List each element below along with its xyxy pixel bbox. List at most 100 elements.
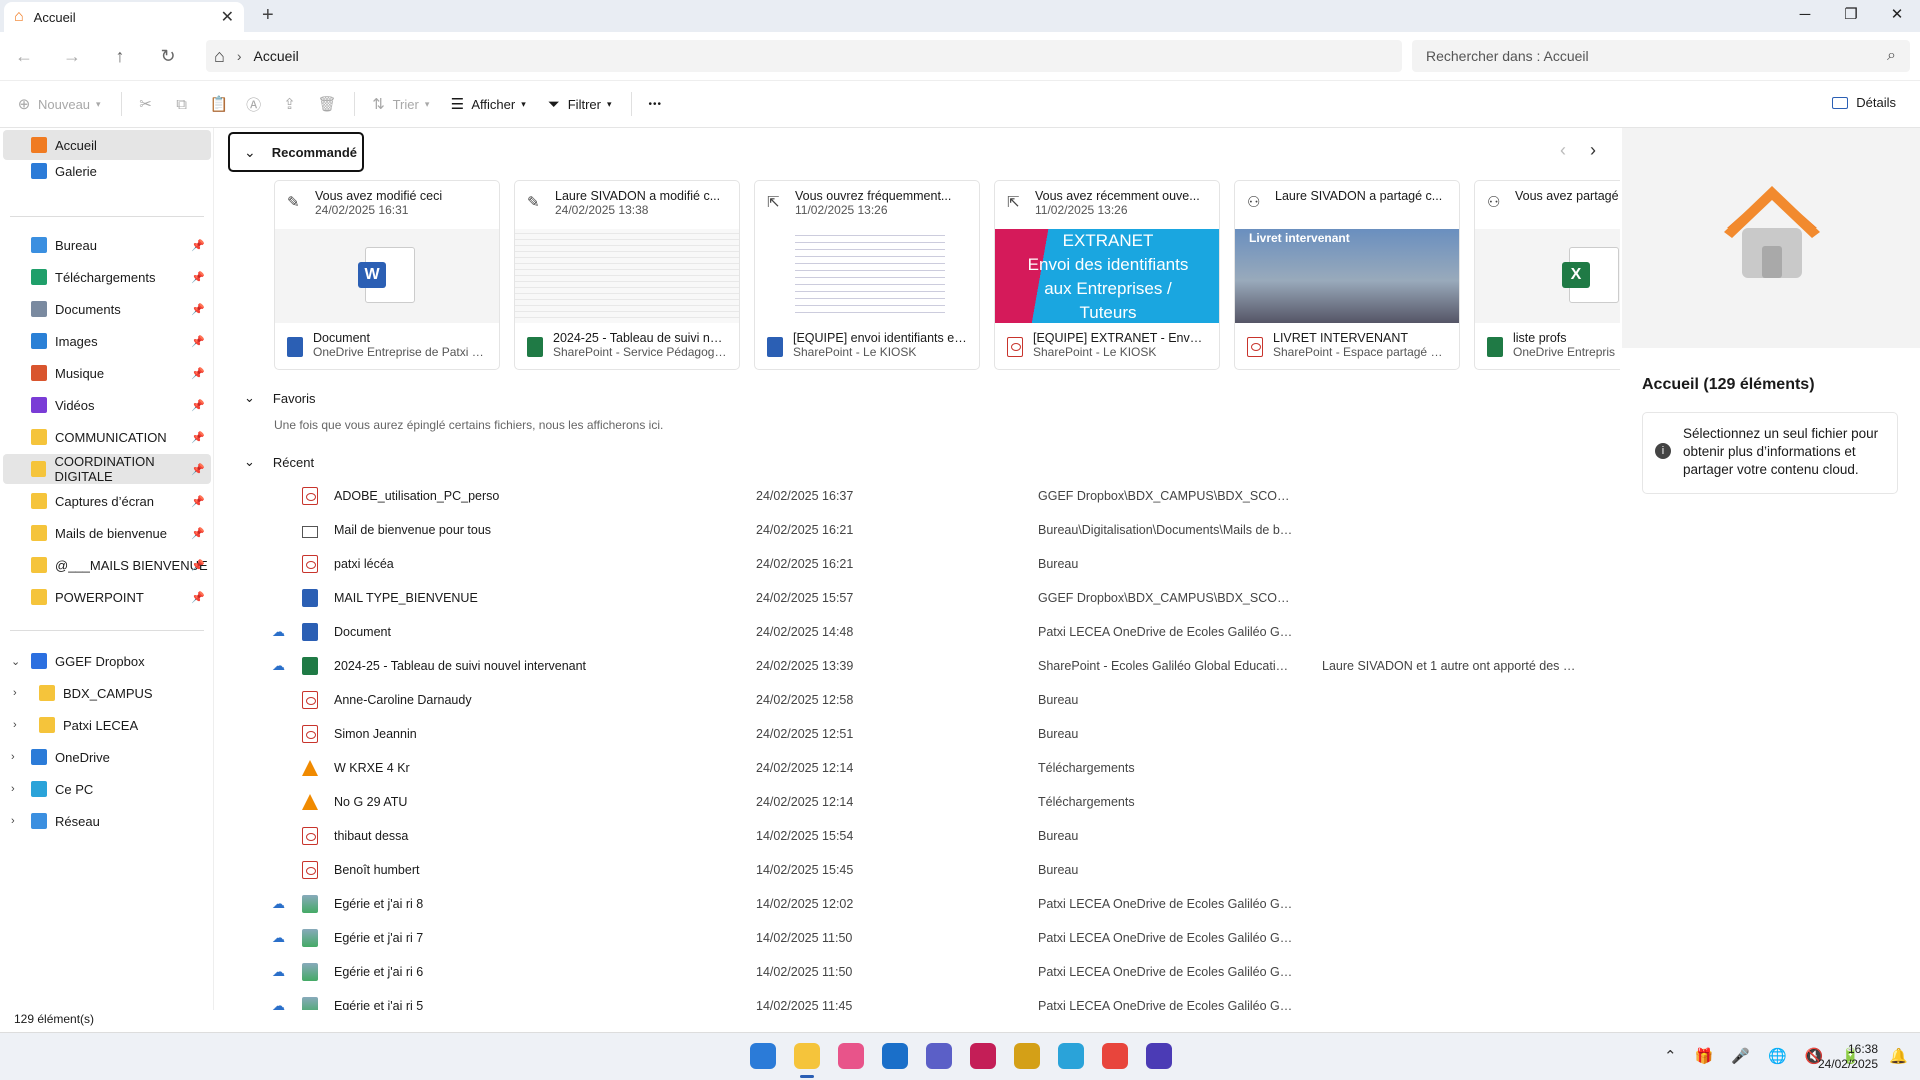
more-options-button[interactable]: ••• (648, 99, 662, 110)
back-button[interactable]: ← (0, 46, 48, 67)
clock[interactable]: 16:38 24/02/2025 (1818, 1042, 1878, 1072)
recent-file-row[interactable]: W KRXE 4 Kr 24/02/2025 12:14 Téléchargemen… (216, 754, 1616, 782)
sort-button[interactable]: ⇅ Trier ▾ (371, 95, 429, 113)
expand-chevron-icon[interactable]: › (11, 783, 15, 795)
sidebar-item-vid-os[interactable]: Vidéos 📌 (3, 390, 211, 420)
sidebar-item-r-seau[interactable]: › Réseau (3, 806, 211, 836)
new-tab-button[interactable]: + (262, 4, 274, 27)
maximize-button[interactable]: ❐ (1828, 0, 1874, 32)
recent-file-row[interactable]: ☁ Egérie et j'ai ri 7 14/02/2025 11:50 Patx… (216, 924, 1616, 952)
recent-file-row[interactable]: ☁ Egérie et j'ai ri 6 14/02/2025 11:50 Patx… (216, 958, 1616, 986)
sidebar-item-musique[interactable]: Musique 📌 (3, 358, 211, 388)
plus-circle-icon: ⊕ (17, 96, 31, 113)
sidebar-item-onedrive[interactable]: › OneDrive (3, 742, 211, 772)
cloud-icon: ☁ (272, 998, 285, 1010)
recommended-card[interactable]: ⚇ Vous avez partagé Xliste profs OneDrive E… (1474, 180, 1620, 370)
minimize-button[interactable]: ─ (1782, 0, 1828, 32)
recent-file-row[interactable]: No G 29 ATU 24/02/2025 12:14 Téléchargemen… (216, 788, 1616, 816)
view-button[interactable]: ☰ Afficher ▾ (449, 95, 526, 113)
search-input[interactable]: Rechercher dans : Accueil ⌕ (1412, 40, 1910, 72)
new-button[interactable]: ⊕ Nouveau ▾ (16, 95, 101, 113)
home-icon[interactable]: ⌂ (214, 46, 225, 67)
snipping-tool-taskbar-icon[interactable] (1058, 1043, 1084, 1069)
sidebar-item-powerpoint[interactable]: POWERPOINT 📌 (3, 582, 211, 612)
recommended-card[interactable]: ✎ Laure SIVADON a modifié c... 24/02/2025 … (514, 180, 740, 370)
teams-taskbar-icon[interactable] (926, 1043, 952, 1069)
sidebar-item-bureau[interactable]: Bureau 📌 (3, 230, 211, 260)
outlook-taskbar-icon[interactable] (882, 1043, 908, 1069)
sidebar-item-communication[interactable]: COMMUNICATION 📌 (3, 422, 211, 452)
expand-chevron-icon[interactable]: › (11, 815, 15, 827)
recent-file-row[interactable]: Benoît humbert 14/02/2025 15:45 Bureau (216, 856, 1616, 884)
recent-file-row[interactable]: ☁ Document 24/02/2025 14:48 Patxi LECEA One… (216, 618, 1616, 646)
recommended-card[interactable]: ⚇ Laure SIVADON a partagé c... Livret inte… (1234, 180, 1460, 370)
expand-chevron-icon[interactable]: ⌄ (11, 655, 20, 668)
sidebar-item-ce-pc[interactable]: › Ce PC (3, 774, 211, 804)
sidebar-item-images[interactable]: Images 📌 (3, 326, 211, 356)
expand-chevron-icon[interactable]: › (13, 687, 17, 699)
pen-tool-taskbar-icon[interactable] (1014, 1043, 1040, 1069)
filter-button[interactable]: ⏷ Filtrer ▾ (546, 96, 612, 113)
navigation-bar: ← → ↑ ↻ ⌂ › Accueil Rechercher dans : Ac… (0, 32, 1920, 80)
recommended-card[interactable]: ✎ Vous avez modifié ceci 24/02/2025 16:31 W… (274, 180, 500, 370)
copy-button[interactable]: ⧉ (174, 96, 190, 113)
recent-file-row[interactable]: ☁ Egérie et j'ai ri 8 14/02/2025 12:02 Patx… (216, 890, 1616, 918)
gift-icon[interactable]: 🎁 (1695, 1047, 1714, 1065)
recent-file-row[interactable]: Anne-Caroline Darnaudy 24/02/2025 12:58 Bu… (216, 686, 1616, 714)
recent-file-row[interactable]: thibaut dessa 14/02/2025 15:54 Bureau (216, 822, 1616, 850)
tab-accueil[interactable]: ⌂ Accueil ✕ (4, 2, 244, 32)
recommended-card[interactable]: ⇱ Vous ouvrez fréquemment... 11/02/2025 13… (754, 180, 980, 370)
chrome-taskbar-icon[interactable] (1102, 1043, 1128, 1069)
tab-close-button[interactable]: ✕ (221, 7, 234, 27)
sidebar-item-galerie[interactable]: Galerie (3, 156, 211, 186)
sidebar-item-documents[interactable]: Documents 📌 (3, 294, 211, 324)
sidebar-item-ggef-dropbox[interactable]: ⌄ GGEF Dropbox (3, 646, 211, 676)
sidebar-item-t-l-chargements[interactable]: Téléchargements 📌 (3, 262, 211, 292)
harvest-taskbar-icon[interactable] (970, 1043, 996, 1069)
close-window-button[interactable]: ✕ (1874, 0, 1920, 32)
app-taskbar-icon[interactable] (1146, 1043, 1172, 1069)
notification-bell-icon[interactable]: 🔔 (1889, 1047, 1908, 1065)
carousel-next-button[interactable]: › (1590, 140, 1596, 161)
sidebar-item--mails-bienvenue[interactable]: @___MAILS BIENVENUE 📌 (3, 550, 211, 580)
recent-file-row[interactable]: MAIL TYPE_BIENVENUE 24/02/2025 15:57 GGEF … (216, 584, 1616, 612)
cut-button[interactable]: ✂ (138, 95, 154, 113)
expand-chevron-icon[interactable]: › (11, 751, 15, 763)
microphone-icon[interactable]: 🎤 (1731, 1047, 1750, 1065)
show-hidden-icons-icon[interactable]: ⌃ (1664, 1047, 1677, 1065)
sidebar-item-mails-de-bienvenue[interactable]: Mails de bienvenue 📌 (3, 518, 211, 548)
recent-file-row[interactable]: ADOBE_utilisation_PC_perso 24/02/2025 16:… (216, 482, 1616, 510)
refresh-button[interactable]: ↻ (144, 46, 192, 67)
recent-file-row[interactable]: ☁ 2024-25 - Tableau de suivi nouvel inter… (216, 652, 1616, 680)
recent-file-row[interactable]: Simon Jeannin 24/02/2025 12:51 Bureau (216, 720, 1616, 748)
expand-chevron-icon[interactable]: › (13, 719, 17, 731)
sidebar-item-patxi-lecea[interactable]: › Patxi LECEA (3, 710, 211, 740)
carousel-prev-button[interactable]: ‹ (1560, 140, 1566, 161)
address-bar[interactable]: ⌂ › Accueil (206, 40, 1402, 72)
file-explorer-taskbar-icon[interactable] (794, 1043, 820, 1069)
recommended-section-toggle[interactable]: ⌄ Recommandé (228, 132, 364, 172)
images-icon (31, 333, 47, 349)
paste-button[interactable]: 📋 (210, 95, 229, 113)
forward-button[interactable]: → (48, 46, 96, 67)
rename-button[interactable]: Ⓐ (246, 94, 262, 115)
details-message: Sélectionnez un seul fichier pour obteni… (1683, 426, 1879, 477)
recommended-card[interactable]: ⇱ Vous avez récemment ouve... 11/02/2025 1… (994, 180, 1220, 370)
recent-file-row[interactable]: ☁ Egérie et j'ai ri 5 14/02/2025 11:45 Patx… (216, 992, 1616, 1010)
favorites-section-toggle[interactable]: ⌄ Favoris (244, 390, 316, 406)
sidebar-item-coordination-digitale[interactable]: COORDINATION DIGITALE 📌 (3, 454, 211, 484)
recent-section-toggle[interactable]: ⌄ Récent (244, 454, 314, 470)
details-button[interactable]: Détails (1832, 95, 1896, 110)
recent-file-row[interactable]: Mail de bienvenue pour tous 24/02/2025 16… (216, 516, 1616, 544)
delete-button[interactable]: 🗑 (318, 95, 337, 113)
breadcrumb[interactable]: Accueil (254, 48, 299, 64)
recent-file-row[interactable]: patxi lécéa 24/02/2025 16:21 Bureau (216, 550, 1616, 578)
share-button[interactable]: ⇪ (282, 95, 298, 113)
network-icon[interactable]: 🌐 (1768, 1047, 1787, 1065)
photos-taskbar-icon[interactable] (838, 1043, 864, 1069)
card-file-location: SharePoint - Service Pédagogiq... (553, 345, 729, 359)
up-button[interactable]: ↑ (96, 46, 144, 67)
sidebar-item-captures-d-cran[interactable]: Captures d’écran 📌 (3, 486, 211, 516)
sidebar-item-bdx-campus[interactable]: › BDX_CAMPUS (3, 678, 211, 708)
start-taskbar-icon[interactable] (750, 1043, 776, 1069)
